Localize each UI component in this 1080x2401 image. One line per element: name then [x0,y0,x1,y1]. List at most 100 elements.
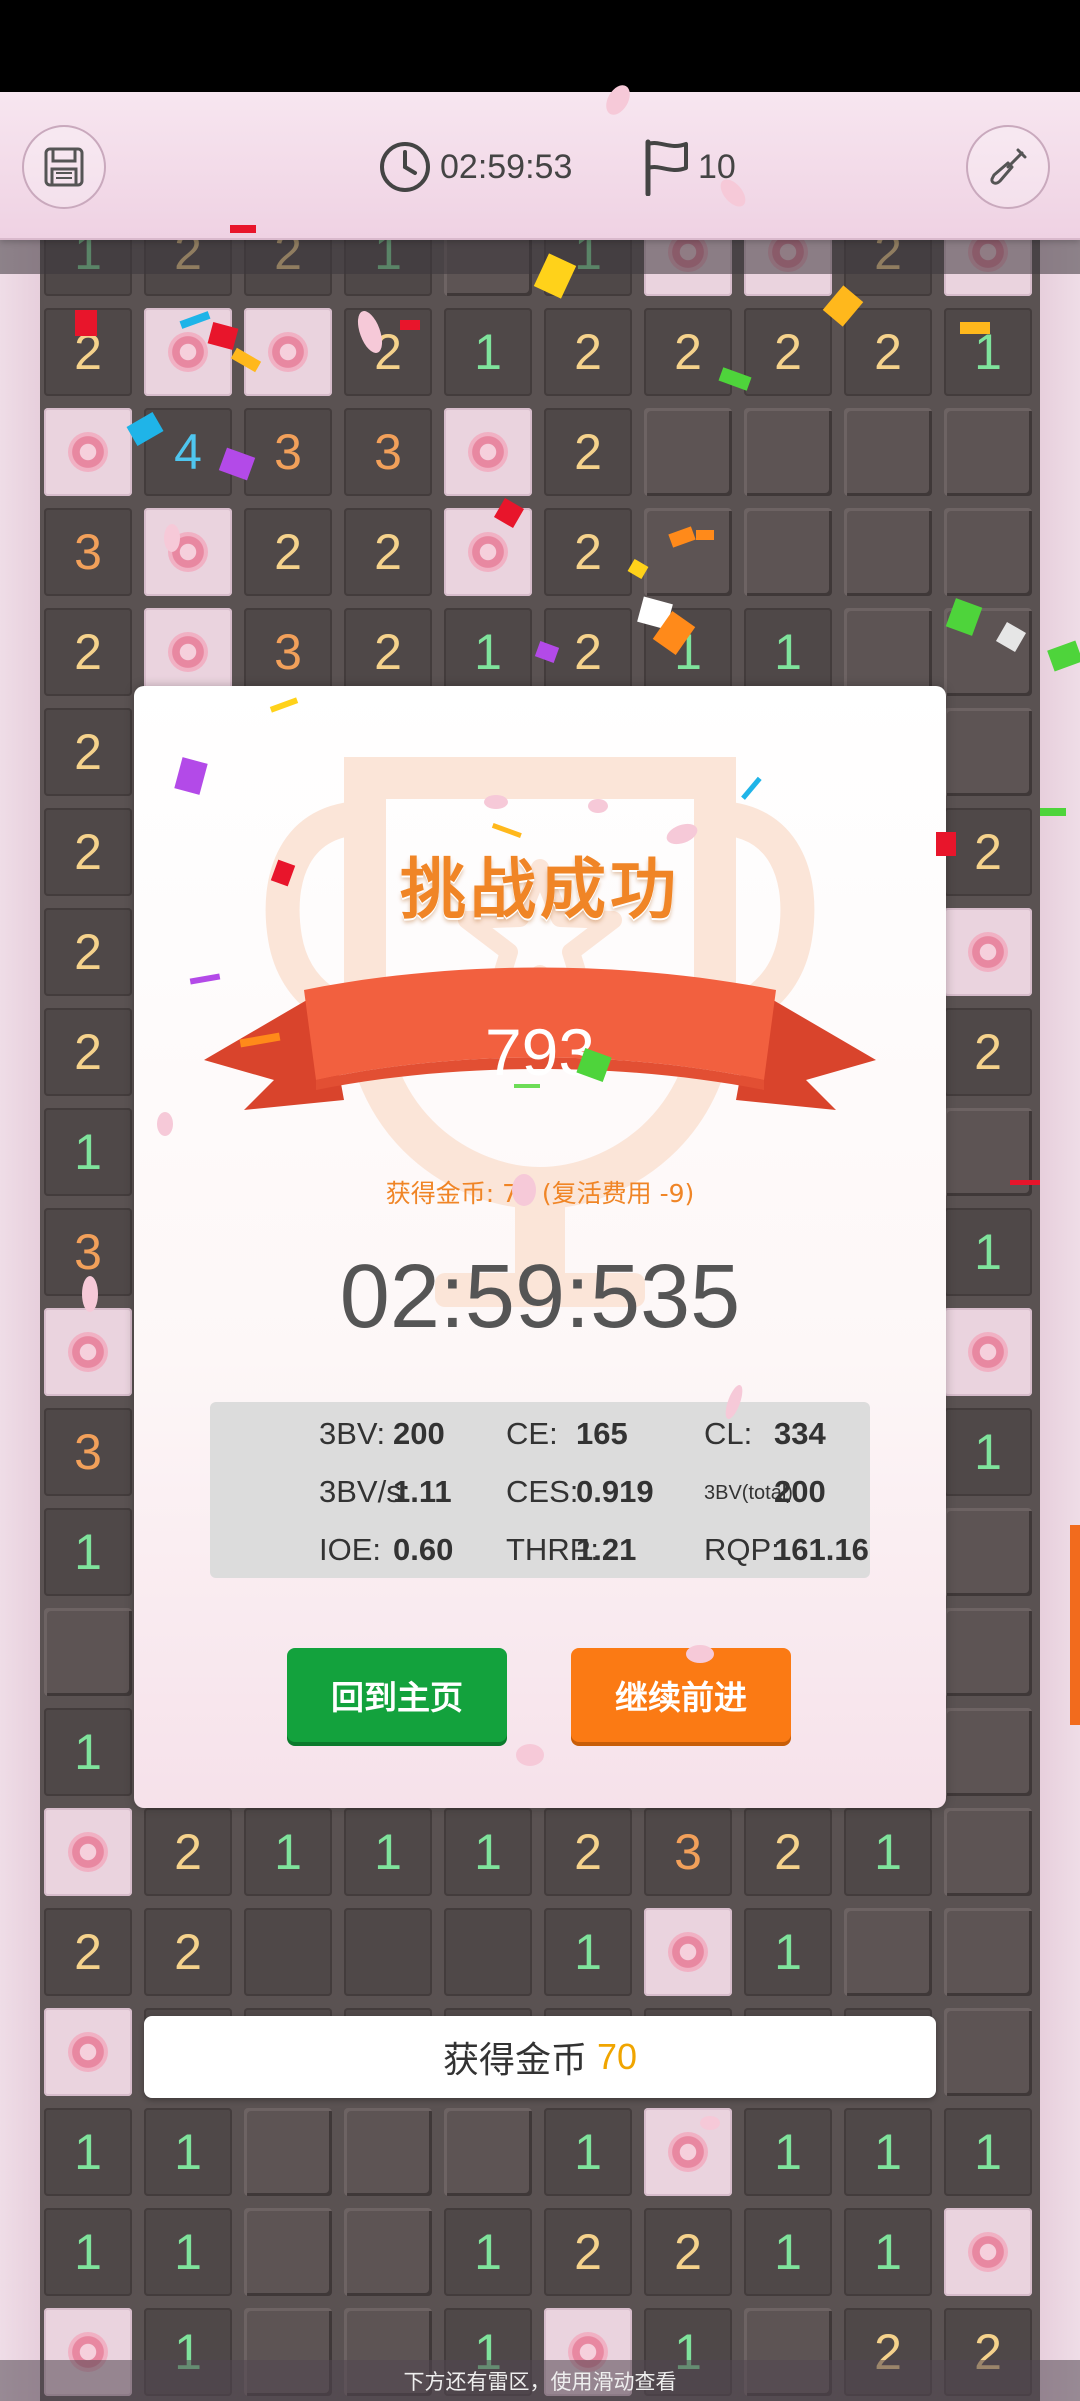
number-cell[interactable]: 2 [644,2208,732,2296]
number-cell[interactable]: 1 [944,1408,1032,1496]
shovel-button[interactable] [966,125,1050,209]
number-cell[interactable]: 1 [144,2108,232,2196]
number-cell[interactable]: 2 [944,1008,1032,1096]
number-cell[interactable]: 1 [544,1908,632,1996]
mine-cell[interactable] [44,408,132,496]
number-cell[interactable]: 1 [944,308,1032,396]
number-cell[interactable]: 2 [44,1908,132,1996]
number-cell[interactable]: 4 [144,408,232,496]
number-cell[interactable]: 2 [144,1908,232,1996]
unrevealed-cell[interactable] [944,1108,1032,1196]
number-cell[interactable]: 2 [944,808,1032,896]
empty-cell[interactable] [444,1908,532,1996]
empty-cell[interactable] [344,1908,432,1996]
empty-cell[interactable] [244,1908,332,1996]
number-cell[interactable]: 2 [744,1808,832,1896]
number-cell[interactable]: 1 [344,1808,432,1896]
mine-cell[interactable] [944,908,1032,996]
number-cell[interactable]: 2 [44,1008,132,1096]
unrevealed-cell[interactable] [244,2108,332,2196]
number-cell[interactable]: 1 [444,608,532,696]
number-cell[interactable]: 1 [944,2108,1032,2196]
number-cell[interactable]: 2 [44,308,132,396]
home-button[interactable]: 回到主页 [287,1648,507,1742]
number-cell[interactable]: 3 [44,508,132,596]
unrevealed-cell[interactable] [844,1908,932,1996]
number-cell[interactable]: 2 [44,808,132,896]
number-cell[interactable]: 2 [244,508,332,596]
number-cell[interactable]: 2 [544,508,632,596]
scroll-indicator[interactable] [1070,1525,1080,1725]
mine-cell[interactable] [244,308,332,396]
unrevealed-cell[interactable] [344,2108,432,2196]
number-cell[interactable]: 1 [444,308,532,396]
number-cell[interactable]: 1 [644,608,732,696]
unrevealed-cell[interactable] [644,408,732,496]
unrevealed-cell[interactable] [344,2208,432,2296]
number-cell[interactable]: 2 [344,508,432,596]
number-cell[interactable]: 3 [244,608,332,696]
number-cell[interactable]: 1 [444,1808,532,1896]
number-cell[interactable]: 2 [844,308,932,396]
mine-cell[interactable] [44,1308,132,1396]
number-cell[interactable]: 3 [244,408,332,496]
number-cell[interactable]: 3 [44,1408,132,1496]
number-cell[interactable]: 1 [144,2208,232,2296]
number-cell[interactable]: 1 [744,1908,832,1996]
number-cell[interactable]: 1 [44,1108,132,1196]
number-cell[interactable]: 2 [44,708,132,796]
unrevealed-cell[interactable] [944,508,1032,596]
number-cell[interactable]: 1 [844,2208,932,2296]
unrevealed-cell[interactable] [944,408,1032,496]
number-cell[interactable]: 3 [44,1208,132,1296]
number-cell[interactable]: 2 [544,308,632,396]
mine-cell[interactable] [144,608,232,696]
mine-cell[interactable] [644,1908,732,1996]
unrevealed-cell[interactable] [844,408,932,496]
unrevealed-cell[interactable] [944,1608,1032,1696]
unrevealed-cell[interactable] [744,508,832,596]
mine-cell[interactable] [644,2108,732,2196]
number-cell[interactable]: 1 [744,608,832,696]
number-cell[interactable]: 3 [644,1808,732,1896]
number-cell[interactable]: 1 [844,2108,932,2196]
unrevealed-cell[interactable] [644,508,732,596]
number-cell[interactable]: 2 [544,608,632,696]
mine-cell[interactable] [444,408,532,496]
number-cell[interactable]: 2 [544,1808,632,1896]
number-cell[interactable]: 1 [944,1208,1032,1296]
mine-cell[interactable] [44,1808,132,1896]
unrevealed-cell[interactable] [944,608,1032,696]
unrevealed-cell[interactable] [244,2208,332,2296]
number-cell[interactable]: 2 [744,308,832,396]
unrevealed-cell[interactable] [44,1608,132,1696]
number-cell[interactable]: 1 [444,2208,532,2296]
unrevealed-cell[interactable] [944,708,1032,796]
save-button[interactable] [22,125,106,209]
continue-button[interactable]: 继续前进 [571,1648,791,1742]
unrevealed-cell[interactable] [744,408,832,496]
unrevealed-cell[interactable] [944,1908,1032,1996]
number-cell[interactable]: 1 [544,2108,632,2196]
number-cell[interactable]: 3 [344,408,432,496]
mine-cell[interactable] [944,2208,1032,2296]
number-cell[interactable]: 1 [744,2108,832,2196]
number-cell[interactable]: 1 [44,1708,132,1796]
number-cell[interactable]: 1 [44,1508,132,1596]
number-cell[interactable]: 2 [544,408,632,496]
number-cell[interactable]: 2 [144,1808,232,1896]
number-cell[interactable]: 2 [344,608,432,696]
unrevealed-cell[interactable] [944,1708,1032,1796]
number-cell[interactable]: 2 [644,308,732,396]
number-cell[interactable]: 2 [344,308,432,396]
mine-cell[interactable] [944,1308,1032,1396]
number-cell[interactable]: 1 [244,1808,332,1896]
unrevealed-cell[interactable] [944,1808,1032,1896]
unrevealed-cell[interactable] [944,2008,1032,2096]
number-cell[interactable]: 1 [44,2108,132,2196]
number-cell[interactable]: 2 [544,2208,632,2296]
mine-cell[interactable] [444,508,532,596]
unrevealed-cell[interactable] [844,608,932,696]
unrevealed-cell[interactable] [444,2108,532,2196]
mine-cell[interactable] [44,2008,132,2096]
